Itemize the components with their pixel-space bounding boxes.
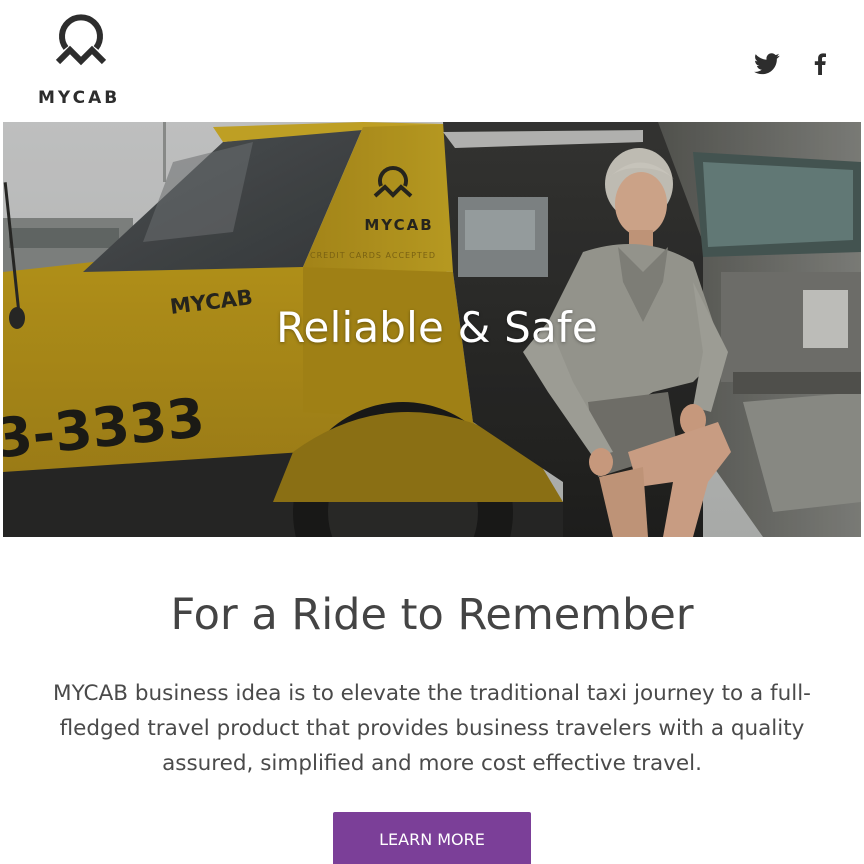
- twitter-icon: [754, 53, 780, 75]
- logo[interactable]: MYCAB: [30, 12, 130, 112]
- logo-wordmark: MYCAB: [38, 88, 121, 108]
- twitter-link[interactable]: [754, 50, 780, 78]
- learn-more-button[interactable]: LEARN MORE: [333, 812, 531, 864]
- header: MYCAB: [0, 0, 864, 122]
- facebook-icon: [814, 53, 826, 75]
- facebook-link[interactable]: [814, 50, 832, 78]
- hero-banner: MYCAB CREDIT CARDS ACCEPTED MYCAB 3-3333: [3, 122, 861, 537]
- description: MYCAB business idea is to elevate the tr…: [53, 681, 811, 776]
- hero-title: Reliable & Safe: [276, 303, 598, 352]
- headline: For a Ride to Remember: [170, 590, 694, 640]
- pin-mountain-icon: [55, 14, 107, 66]
- email-page: MYCAB MYCAB CREDIT CARDS ACCEPTED MYCAB …: [0, 0, 864, 864]
